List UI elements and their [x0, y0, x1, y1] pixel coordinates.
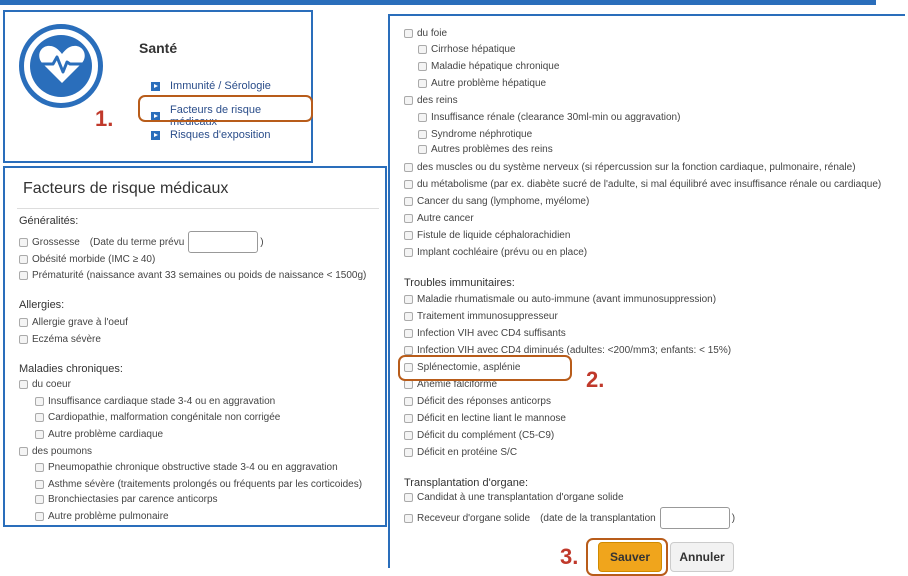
nav-risques-exposition[interactable]: Risques d'exposition: [151, 129, 271, 141]
checkbox-autre-cancer[interactable]: Autre cancer: [404, 213, 474, 224]
checkbox-des-reins[interactable]: des reins: [404, 95, 458, 106]
checkbox-eczema[interactable]: Eczéma sévère: [19, 334, 101, 345]
checkbox-du-foie[interactable]: du foie: [404, 28, 447, 39]
heart-pulse-icon: [19, 24, 103, 108]
section-generalites: Généralités:: [19, 215, 79, 227]
checkbox-grossesse[interactable]: Grossesse (Date du terme prévu ): [19, 230, 264, 254]
top-accent-bar: [0, 0, 876, 5]
checkbox-deficit-lectine[interactable]: Déficit en lectine liant le mannose: [404, 413, 566, 424]
receveur-date-input[interactable]: [659, 507, 730, 529]
grossesse-date-input[interactable]: [188, 231, 259, 253]
title-divider: [17, 208, 379, 209]
nav-label[interactable]: Risques d'exposition: [170, 129, 271, 141]
checkbox-obesite[interactable]: Obésité morbide (IMC ≥ 40): [19, 254, 155, 265]
checkbox-traitement[interactable]: Traitement immunosuppresseur: [404, 311, 558, 322]
section-allergies: Allergies:: [19, 299, 65, 311]
checkbox-cirrhose[interactable]: Cirrhose hépatique: [418, 44, 516, 55]
highlight-box-2: [398, 355, 572, 381]
checkbox-allergie-oeuf[interactable]: Allergie grave à l'oeuf: [19, 317, 128, 328]
play-square-icon: [151, 81, 160, 91]
checkbox-autre-hepatique[interactable]: Autre problème hépatique: [418, 78, 546, 89]
step-number-3: 3.: [560, 544, 579, 569]
checkbox-insuff-cardiaque[interactable]: Insuffisance cardiaque stade 3-4 ou en a…: [35, 396, 275, 407]
section-maladies-chroniques: Maladies chroniques:: [19, 363, 123, 375]
form-title: Facteurs de risque médicaux: [23, 180, 229, 197]
step-number-2: 2.: [586, 367, 605, 392]
checkbox-vih-suffisants[interactable]: Infection VIH avec CD4 suffisants: [404, 328, 566, 339]
risk-factors-form-left: Facteurs de risque médicaux Généralités:…: [3, 166, 387, 527]
checkbox-metabolisme[interactable]: du métabolisme (par ex. diabète sucré de…: [404, 179, 881, 190]
nav-label[interactable]: Immunité / Sérologie: [170, 80, 271, 92]
checkbox-insuff-renale[interactable]: Insuffisance rénale (clearance 30ml-min …: [418, 112, 680, 123]
checkbox-candidat[interactable]: Candidat à une transplantation d'organe …: [404, 492, 624, 503]
checkbox-fistule[interactable]: Fistule de liquide céphalorachidien: [404, 230, 570, 241]
checkbox-cardiopathie[interactable]: Cardiopathie, malformation congénitale n…: [35, 412, 280, 423]
checkbox-deficit-complement[interactable]: Déficit du complément (C5-C9): [404, 430, 554, 441]
checkbox[interactable]: [19, 237, 28, 247]
checkbox-autres-reins[interactable]: Autres problèmes des reins: [418, 144, 553, 155]
checkbox-rhumatismale[interactable]: Maladie rhumatismale ou auto-immune (ava…: [404, 294, 716, 305]
highlight-box-1: [138, 95, 313, 122]
checkbox-autre-pulmonaire[interactable]: Autre problème pulmonaire: [35, 511, 169, 522]
sante-nav-panel: Santé Immunité / Sérologie Facteurs de r…: [3, 10, 313, 163]
nav-immunite[interactable]: Immunité / Sérologie: [151, 80, 271, 92]
checkbox-muscles[interactable]: des muscles ou du système nerveux (si ré…: [404, 162, 856, 173]
checkbox-syndrome-nephrotique[interactable]: Syndrome néphrotique: [418, 129, 532, 140]
risk-factors-form-right: du foie Cirrhose hépatique Maladie hépat…: [388, 14, 905, 576]
checkbox-deficit-anticorps[interactable]: Déficit des réponses anticorps: [404, 396, 551, 407]
checkbox-du-coeur[interactable]: du coeur: [19, 379, 71, 390]
checkbox-maladie-hepatique[interactable]: Maladie hépatique chronique: [418, 61, 559, 72]
checkbox-pneumopathie[interactable]: Pneumopathie chronique obstructive stade…: [35, 462, 338, 473]
checkbox-receveur[interactable]: Receveur d'organe solide (date de la tra…: [404, 506, 735, 530]
checkbox-deficit-proteine[interactable]: Déficit en protéine S/C: [404, 447, 517, 458]
checkbox-bronchiectasies[interactable]: Bronchiectasies par carence anticorps: [35, 494, 218, 505]
play-square-icon: [151, 130, 160, 140]
checkbox-autre-cardiaque[interactable]: Autre problème cardiaque: [35, 429, 163, 440]
checkbox-des-poumons[interactable]: des poumons: [19, 446, 92, 457]
section-title: Santé: [139, 40, 178, 56]
section-troubles-immunitaires: Troubles immunitaires:: [404, 277, 515, 289]
checkbox-prematurite[interactable]: Prématurité (naissance avant 33 semaines…: [19, 270, 366, 281]
step-number-1: 1.: [95, 106, 114, 131]
checkbox-cancer-sang[interactable]: Cancer du sang (lymphome, myélome): [404, 196, 589, 207]
checkbox-implant[interactable]: Implant cochléaire (prévu ou en place): [404, 247, 587, 258]
section-transplantation: Transplantation d'organe:: [404, 477, 528, 489]
checkbox-asthme[interactable]: Asthme sévère (traitements prolongés ou …: [35, 479, 362, 490]
